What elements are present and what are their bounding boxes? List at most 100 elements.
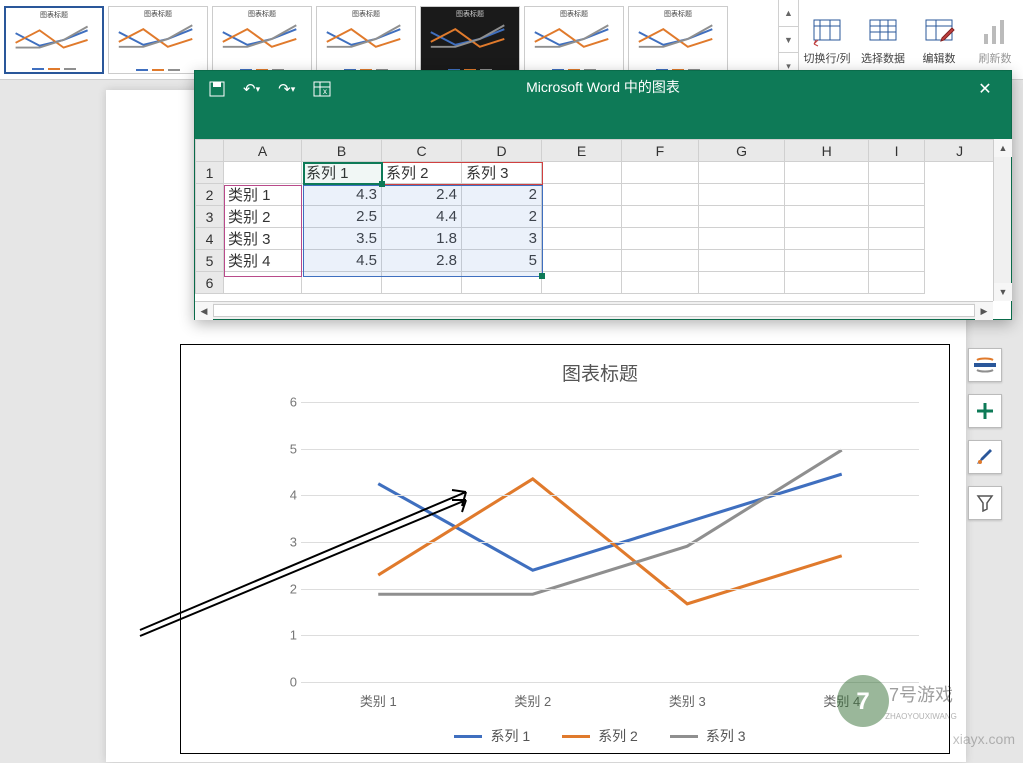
cell[interactable]: 4.5	[302, 250, 382, 272]
cell[interactable]	[622, 250, 699, 272]
scroll-right-button[interactable]: ▶	[975, 302, 993, 320]
legend-item-s2[interactable]: 系列 2	[562, 726, 638, 746]
cell[interactable]	[542, 162, 622, 184]
sheet-horizontal-scrollbar[interactable]: ◀ ▶	[195, 301, 993, 319]
column-header-F[interactable]: F	[622, 140, 699, 162]
cell[interactable]	[785, 184, 868, 206]
undo-icon[interactable]: ↶ ▾	[243, 80, 260, 98]
legend[interactable]: 系列 1 系列 2 系列 3	[261, 726, 939, 746]
range-fill-handle[interactable]	[539, 273, 545, 279]
sheet-grid[interactable]: ABCDEFGHIJ 1 系列 1 系列 2 系列 3 2类别 14.32.42…	[195, 139, 1011, 319]
cell[interactable]	[542, 206, 622, 228]
cell[interactable]: 2.5	[302, 206, 382, 228]
edit-data-button[interactable]: 编辑数	[911, 0, 967, 79]
sheet-vertical-scrollbar[interactable]: ▲ ▼	[993, 139, 1011, 301]
table-row[interactable]: 4类别 33.51.83	[196, 228, 995, 250]
row-header[interactable]: 5	[196, 250, 224, 272]
refresh-data-button[interactable]: 刷新数	[967, 0, 1023, 79]
cell[interactable]	[622, 228, 699, 250]
scroll-up-button[interactable]: ▲	[994, 139, 1012, 157]
chart-style-style-5[interactable]: 图表标题	[420, 6, 520, 74]
cell[interactable]: 3	[462, 228, 542, 250]
scroll-track[interactable]	[213, 304, 975, 317]
scroll-down-button[interactable]: ▼	[994, 283, 1012, 301]
cell[interactable]: 2	[462, 206, 542, 228]
chart-style-style-1[interactable]: 图表标题	[4, 6, 104, 74]
cell[interactable]	[542, 184, 622, 206]
row-header[interactable]: 1	[196, 162, 224, 184]
chart-add-element-button[interactable]	[968, 394, 1002, 428]
cell[interactable]	[302, 272, 382, 294]
cell-d1[interactable]: 系列 3	[462, 162, 542, 184]
chart-style-style-3[interactable]: 图表标题	[212, 6, 312, 74]
cell[interactable]	[224, 272, 302, 294]
cell[interactable]: 类别 1	[224, 184, 302, 206]
cell[interactable]: 2.8	[382, 250, 462, 272]
data-sheet-window[interactable]: ↶ ▾ ↷ ▾ x Microsoft Word 中的图表 ✕ ABCDEFGH…	[194, 70, 1012, 320]
cell[interactable]	[868, 184, 924, 206]
cell-b1[interactable]: 系列 1	[302, 162, 382, 184]
cell[interactable]	[622, 184, 699, 206]
legend-item-s3[interactable]: 系列 3	[670, 726, 746, 746]
cell[interactable]	[698, 184, 785, 206]
column-header-I[interactable]: I	[868, 140, 924, 162]
table-row[interactable]: 6	[196, 272, 995, 294]
save-icon[interactable]	[209, 81, 225, 97]
chart-object[interactable]: 图表标题 类别 1类别 2类别 3类别 4 0123456 系列 1 系列 2 …	[180, 344, 950, 754]
cell[interactable]	[785, 272, 868, 294]
table-row[interactable]: 1 系列 1 系列 2 系列 3	[196, 162, 995, 184]
row-header[interactable]: 2	[196, 184, 224, 206]
column-header-C[interactable]: C	[382, 140, 462, 162]
cell[interactable]	[785, 250, 868, 272]
row-header[interactable]: 6	[196, 272, 224, 294]
chart-style-style-6[interactable]: 图表标题	[524, 6, 624, 74]
row-header[interactable]: 4	[196, 228, 224, 250]
column-header-H[interactable]: H	[785, 140, 868, 162]
chart-style-style-4[interactable]: 图表标题	[316, 6, 416, 74]
chart-layout-button[interactable]	[968, 348, 1002, 382]
cell[interactable]	[868, 228, 924, 250]
cell[interactable]: 类别 3	[224, 228, 302, 250]
cell[interactable]: 2	[462, 184, 542, 206]
switch-row-col-button[interactable]: 切换行/列	[799, 0, 855, 79]
cell[interactable]	[462, 272, 542, 294]
gallery-up-button[interactable]: ▲	[779, 0, 798, 26]
gallery-down-button[interactable]: ▼	[779, 26, 798, 53]
column-header-E[interactable]: E	[542, 140, 622, 162]
cell[interactable]: 4.4	[382, 206, 462, 228]
cell[interactable]	[698, 272, 785, 294]
table-row[interactable]: 5类别 44.52.85	[196, 250, 995, 272]
cell[interactable]	[382, 272, 462, 294]
column-header-A[interactable]: A	[224, 140, 302, 162]
cell[interactable]	[868, 272, 924, 294]
chart-style-button[interactable]	[968, 440, 1002, 474]
column-header-J[interactable]: J	[925, 140, 995, 162]
select-data-button[interactable]: 选择数据	[855, 0, 911, 79]
cell[interactable]	[868, 250, 924, 272]
plot-area[interactable]: 类别 1类别 2类别 3类别 4 0123456	[301, 402, 919, 682]
cell[interactable]	[785, 228, 868, 250]
row-header[interactable]: 3	[196, 206, 224, 228]
legend-item-s1[interactable]: 系列 1	[454, 726, 530, 746]
cell[interactable]: 2.4	[382, 184, 462, 206]
cell[interactable]	[542, 228, 622, 250]
cell[interactable]	[868, 162, 924, 184]
cell-a1[interactable]	[224, 162, 302, 184]
column-header-D[interactable]: D	[462, 140, 542, 162]
cell[interactable]	[785, 206, 868, 228]
sheet-titlebar[interactable]: ↶ ▾ ↷ ▾ x Microsoft Word 中的图表 ✕	[195, 71, 1011, 139]
cell[interactable]: 1.8	[382, 228, 462, 250]
cell[interactable]	[868, 206, 924, 228]
cell[interactable]	[542, 250, 622, 272]
cell[interactable]: 类别 4	[224, 250, 302, 272]
cell[interactable]	[785, 162, 868, 184]
cell[interactable]: 5	[462, 250, 542, 272]
sheet-close-button[interactable]: ✕	[965, 75, 1005, 103]
cell[interactable]	[698, 162, 785, 184]
series-line[interactable]	[378, 474, 841, 570]
sheet-mode-icon[interactable]: x	[313, 81, 331, 97]
column-header-G[interactable]: G	[698, 140, 785, 162]
cell[interactable]	[542, 272, 622, 294]
column-header-B[interactable]: B	[302, 140, 382, 162]
cell-c1[interactable]: 系列 2	[382, 162, 462, 184]
